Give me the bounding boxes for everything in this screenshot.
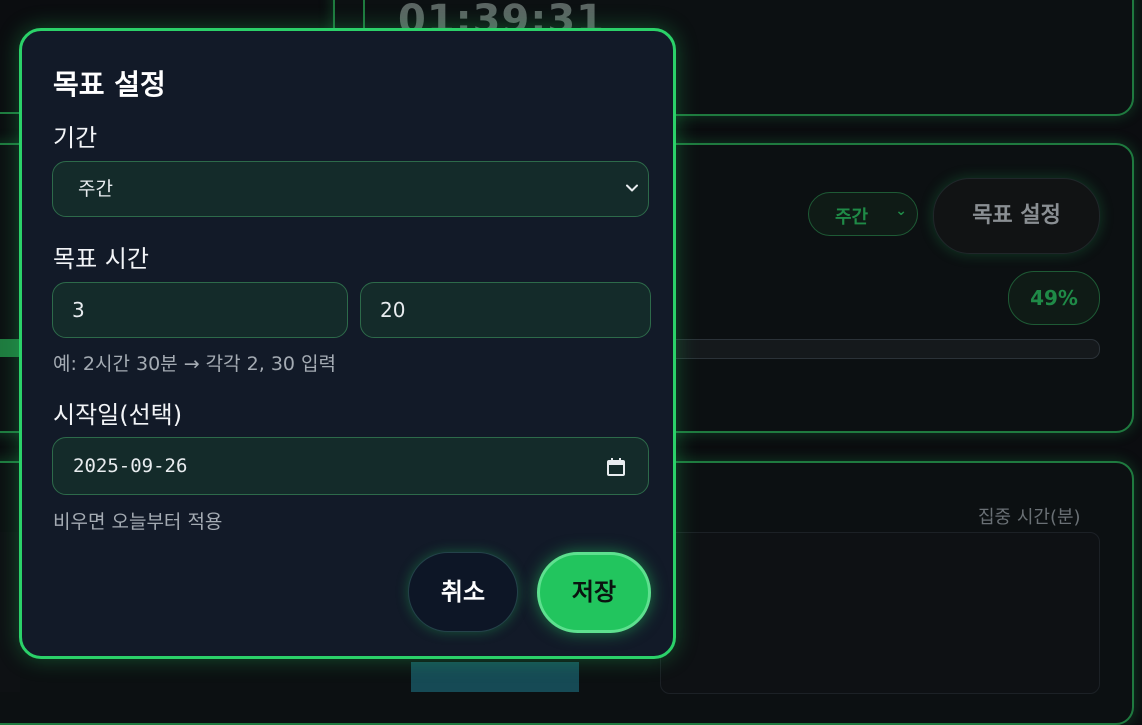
start-date-input[interactable]: 2025-09-26	[52, 437, 649, 495]
chevron-down-icon: ⌄	[895, 203, 907, 219]
save-button[interactable]: 저장	[537, 552, 651, 633]
period-dropdown[interactable]: 주간	[52, 161, 649, 217]
goal-progress-bar	[660, 339, 1100, 359]
start-date-label: 시작일(선택)	[53, 401, 183, 429]
period-dropdown-value: 주간	[78, 178, 113, 200]
chart-bar	[411, 662, 579, 692]
goal-progress-fill	[0, 339, 20, 357]
goal-setting-modal: 목표 설정 기간 주간 목표 시간 3 20 예: 2시간 30분 → 각각 2…	[19, 28, 676, 659]
period-label: 기간	[53, 124, 98, 152]
cancel-button[interactable]: 취소	[408, 552, 518, 632]
hours-input[interactable]: 3	[52, 282, 348, 338]
start-date-value: 2025-09-26	[73, 455, 188, 477]
chevron-down-icon	[626, 184, 638, 192]
timer-display: 01:39:31	[398, 0, 605, 28]
chart-area	[660, 532, 1100, 694]
modal-title: 목표 설정	[53, 68, 166, 101]
chart-unit-label: 집중 시간(분)	[978, 507, 1081, 528]
goal-time-label: 목표 시간	[53, 245, 149, 273]
calendar-icon[interactable]	[606, 457, 626, 477]
minutes-input[interactable]: 20	[360, 282, 651, 338]
period-select-value: 주간	[835, 207, 869, 228]
start-date-hint: 비우면 오늘부터 적용	[53, 511, 223, 533]
progress-percent-badge: 49%	[1008, 271, 1100, 325]
period-select[interactable]: 주간 ⌄	[808, 192, 918, 236]
goal-time-hint: 예: 2시간 30분 → 각각 2, 30 입력	[53, 353, 337, 375]
chart-area-edge	[0, 532, 20, 692]
goal-setting-button[interactable]: 목표 설정	[933, 178, 1100, 254]
card-edge	[0, 112, 20, 144]
